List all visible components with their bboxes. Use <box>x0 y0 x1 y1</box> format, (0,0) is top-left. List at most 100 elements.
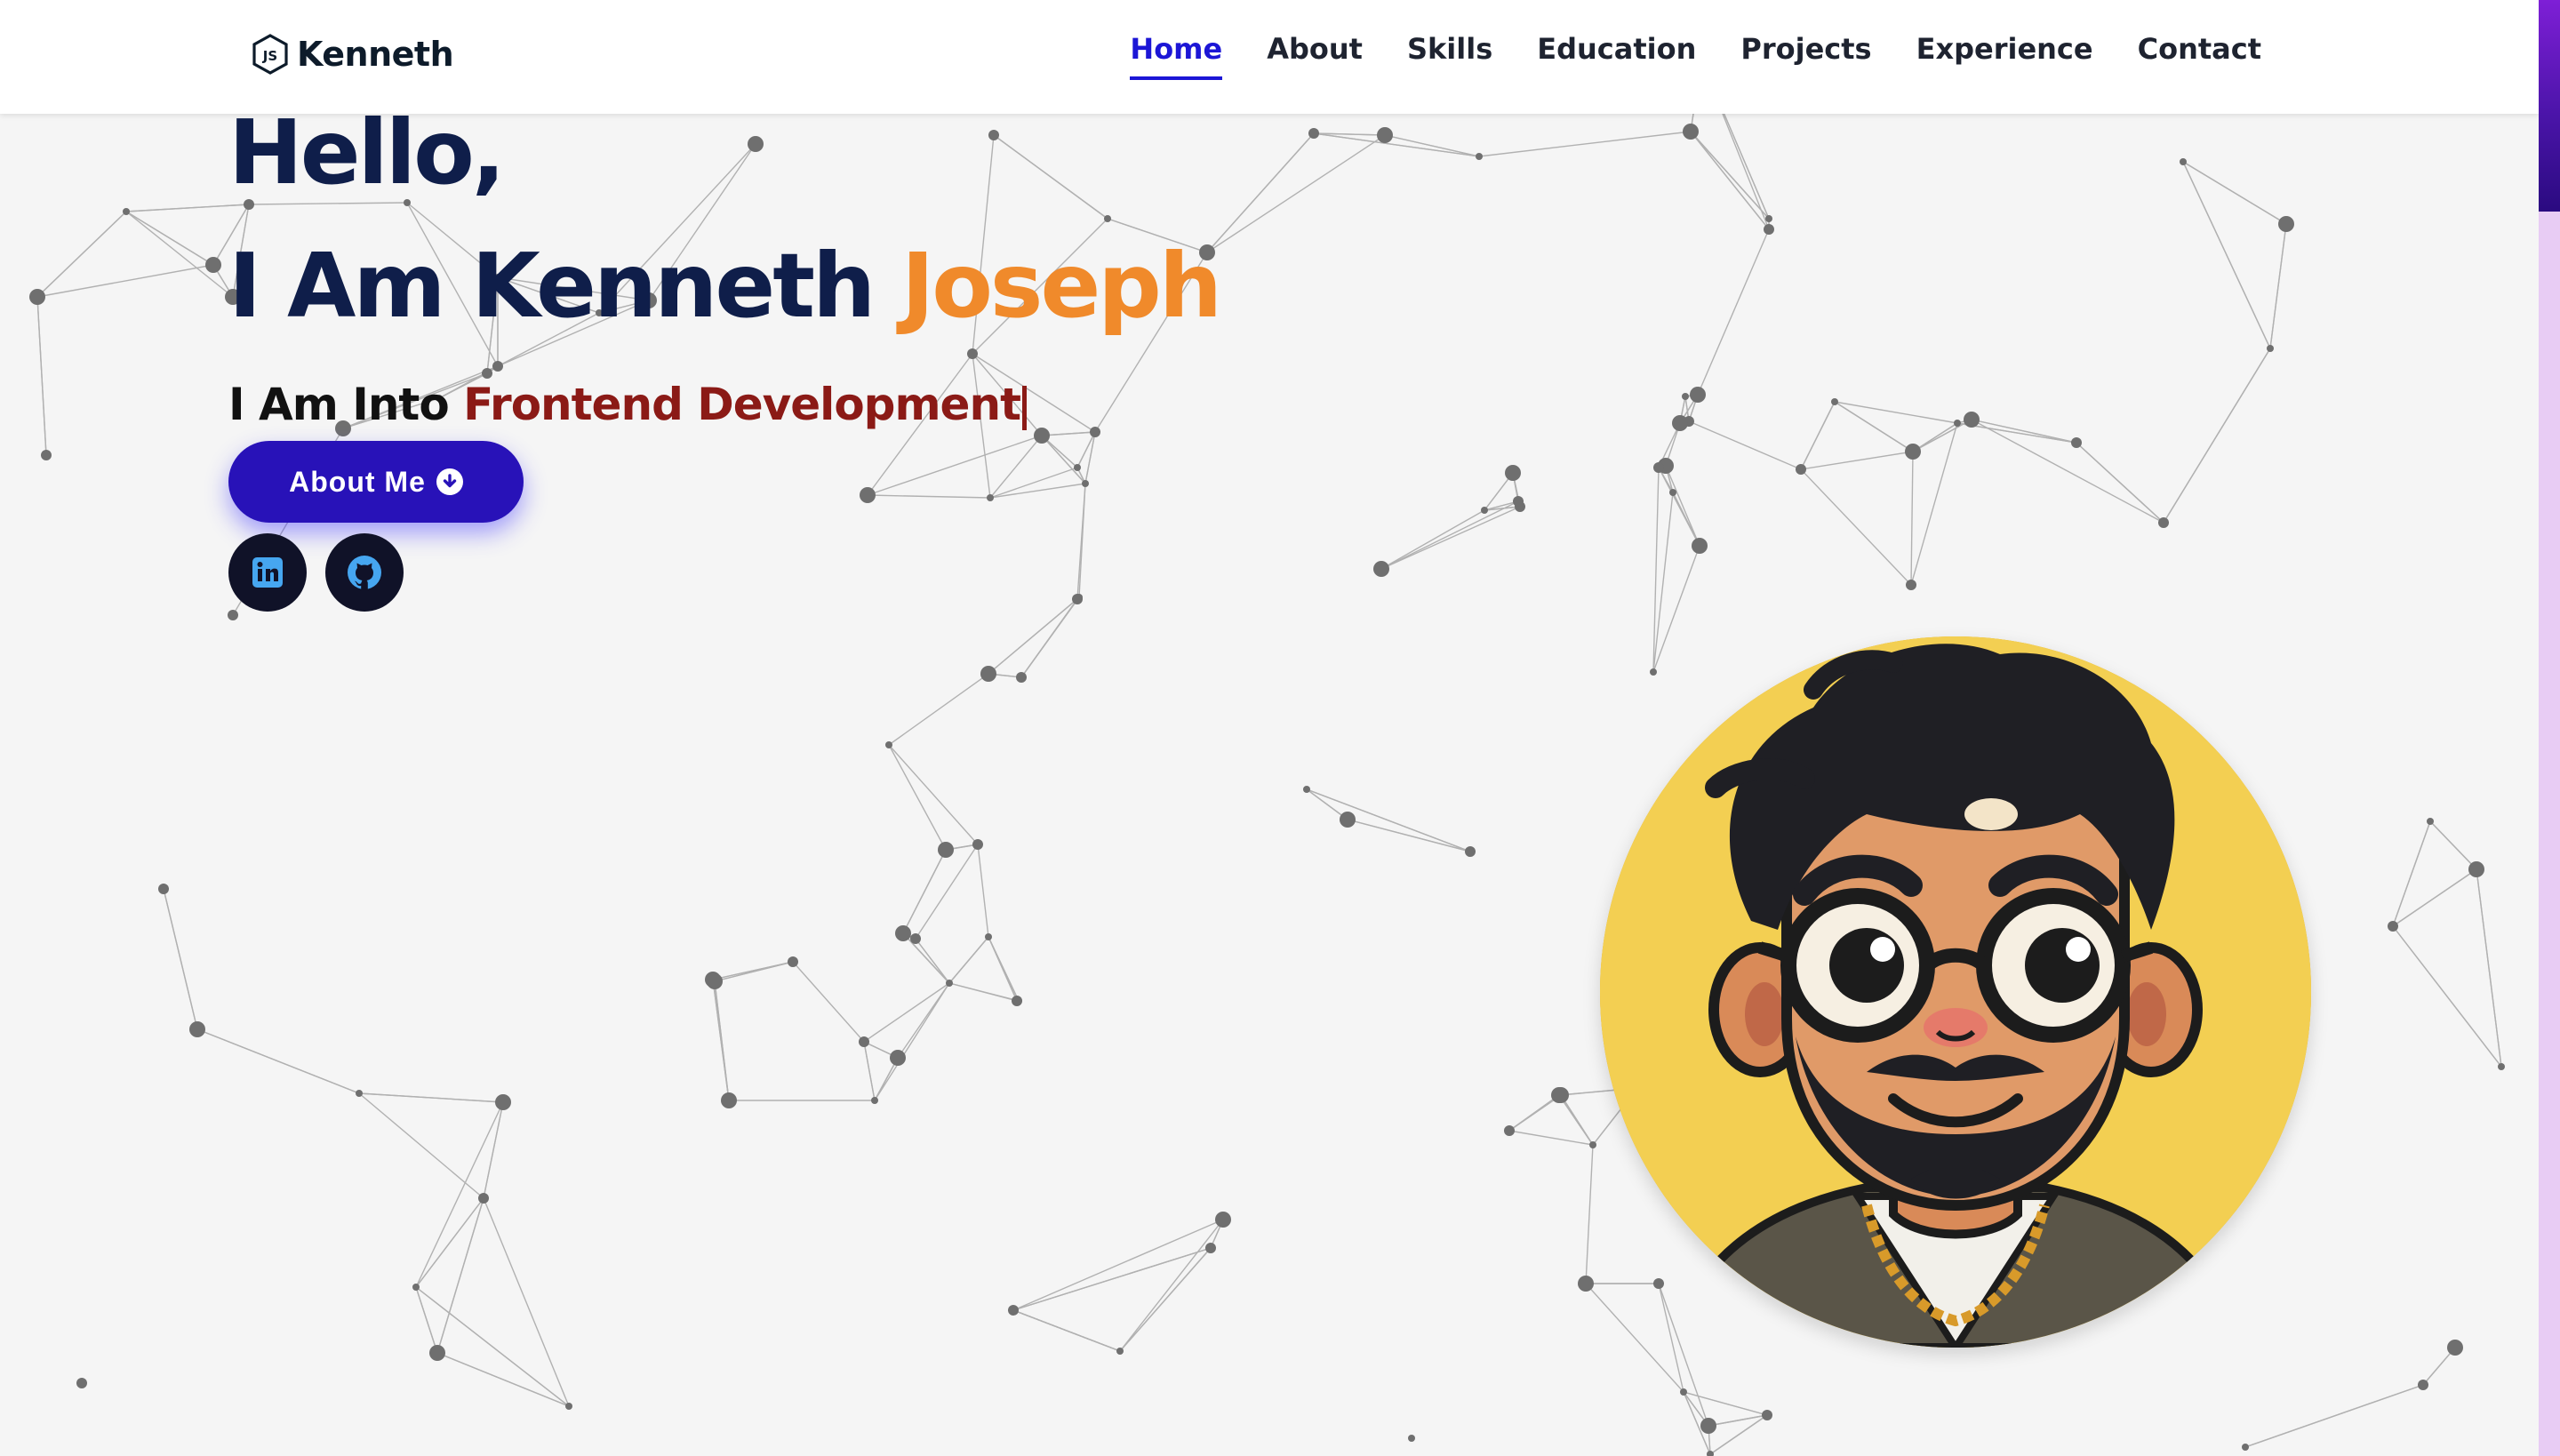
network-node <box>1553 1087 1569 1103</box>
network-node <box>2468 861 2484 877</box>
network-link <box>1560 1094 1594 1146</box>
network-link <box>867 435 1043 496</box>
linkedin-button[interactable] <box>228 533 307 612</box>
network-node <box>492 361 503 372</box>
network-node <box>1707 1451 1714 1456</box>
typed-role-line: I Am Into Frontend Development <box>228 379 1027 430</box>
about-me-button[interactable]: About Me <box>228 441 524 523</box>
network-node <box>1072 594 1083 604</box>
network-link <box>1658 1283 1709 1427</box>
profile-avatar <box>1600 636 2311 1348</box>
network-link <box>989 483 1086 499</box>
network-node <box>788 956 798 967</box>
nav-experience[interactable]: Experience <box>1916 32 2093 80</box>
main-nav: Home About Skills Education Projects Exp… <box>1130 32 2261 80</box>
network-link <box>1688 420 1802 470</box>
network-link <box>977 844 989 938</box>
nav-skills[interactable]: Skills <box>1407 32 1492 80</box>
network-link <box>1800 401 1836 470</box>
network-node <box>478 1193 489 1204</box>
network-node <box>1653 1278 1664 1289</box>
network-node <box>1683 124 1699 140</box>
page-scrollbar[interactable] <box>2539 0 2560 1456</box>
network-link <box>897 982 950 1059</box>
nav-education[interactable]: Education <box>1537 32 1696 80</box>
scrollbar-thumb[interactable] <box>2539 0 2560 212</box>
network-link <box>125 211 214 266</box>
network-node <box>1762 1410 1772 1420</box>
network-link <box>125 211 234 298</box>
svg-text:JS: JS <box>262 48 277 64</box>
github-button[interactable] <box>325 533 404 612</box>
network-node <box>721 1092 737 1108</box>
network-node <box>988 130 999 140</box>
network-node <box>1831 398 1838 405</box>
cartoon-avatar-illustration <box>1600 636 2311 1348</box>
network-node <box>2158 517 2169 528</box>
network-node <box>1476 153 1483 160</box>
network-link <box>948 982 1020 1002</box>
network-link <box>1585 1283 1684 1393</box>
network-node <box>1964 412 1980 428</box>
network-link <box>163 888 198 1030</box>
network-node <box>972 839 983 850</box>
network-link <box>1672 492 1700 547</box>
network-node <box>1505 465 1521 481</box>
hero-greeting: Hello, <box>228 100 506 204</box>
network-link <box>436 1197 484 1354</box>
network-link <box>1012 1247 1212 1311</box>
network-node <box>946 980 953 987</box>
network-node <box>1650 668 1657 676</box>
network-node <box>985 933 992 940</box>
network-node <box>1373 561 1389 577</box>
network-node <box>1765 215 1772 222</box>
network-node <box>910 933 921 944</box>
network-link <box>125 204 250 212</box>
network-link <box>2392 925 2502 1068</box>
nav-contact[interactable]: Contact <box>2138 32 2261 80</box>
network-link <box>1313 132 1480 157</box>
brand-logo[interactable]: JS Kenneth <box>251 32 454 76</box>
network-node <box>1090 427 1100 437</box>
network-node <box>1690 387 1706 403</box>
network-link <box>792 961 865 1043</box>
network-link <box>2392 868 2477 927</box>
network-node <box>1034 428 1050 444</box>
role-prefix: I Am Into <box>228 379 450 430</box>
network-link <box>1697 228 1770 396</box>
network-node <box>1796 464 1806 475</box>
network-node <box>1215 1212 1231 1228</box>
network-link <box>1709 1414 1768 1455</box>
network-node <box>1308 128 1319 139</box>
network-node <box>565 1403 572 1410</box>
network-node <box>1481 507 1488 514</box>
network-node <box>871 1097 878 1104</box>
nav-home[interactable]: Home <box>1130 32 1223 80</box>
network-node <box>158 884 169 894</box>
network-link <box>1380 506 1521 570</box>
nav-about[interactable]: About <box>1267 32 1363 80</box>
network-link <box>358 1092 504 1103</box>
brand-name: Kenneth <box>297 35 454 74</box>
network-node <box>859 1036 869 1047</box>
network-link <box>1119 1247 1212 1352</box>
network-link <box>1652 467 1660 673</box>
network-link <box>1834 401 1958 424</box>
network-link <box>2392 820 2431 927</box>
network-link <box>196 1028 360 1094</box>
network-link <box>1971 419 2164 524</box>
network-node <box>1589 1141 1596 1148</box>
network-node <box>2267 345 2274 352</box>
network-node <box>1504 1125 1515 1136</box>
network-link <box>1012 1219 1224 1311</box>
network-node <box>189 1021 205 1037</box>
nav-projects[interactable]: Projects <box>1740 32 1871 80</box>
network-node <box>938 842 954 858</box>
network-link <box>2244 1384 2424 1448</box>
network-node <box>1340 812 1356 828</box>
site-header: JS Kenneth Home About Skills Education P… <box>0 0 2539 114</box>
network-node <box>2498 1063 2505 1070</box>
network-node <box>1954 420 1961 427</box>
network-node <box>76 1378 87 1388</box>
network-link <box>1076 431 1096 468</box>
